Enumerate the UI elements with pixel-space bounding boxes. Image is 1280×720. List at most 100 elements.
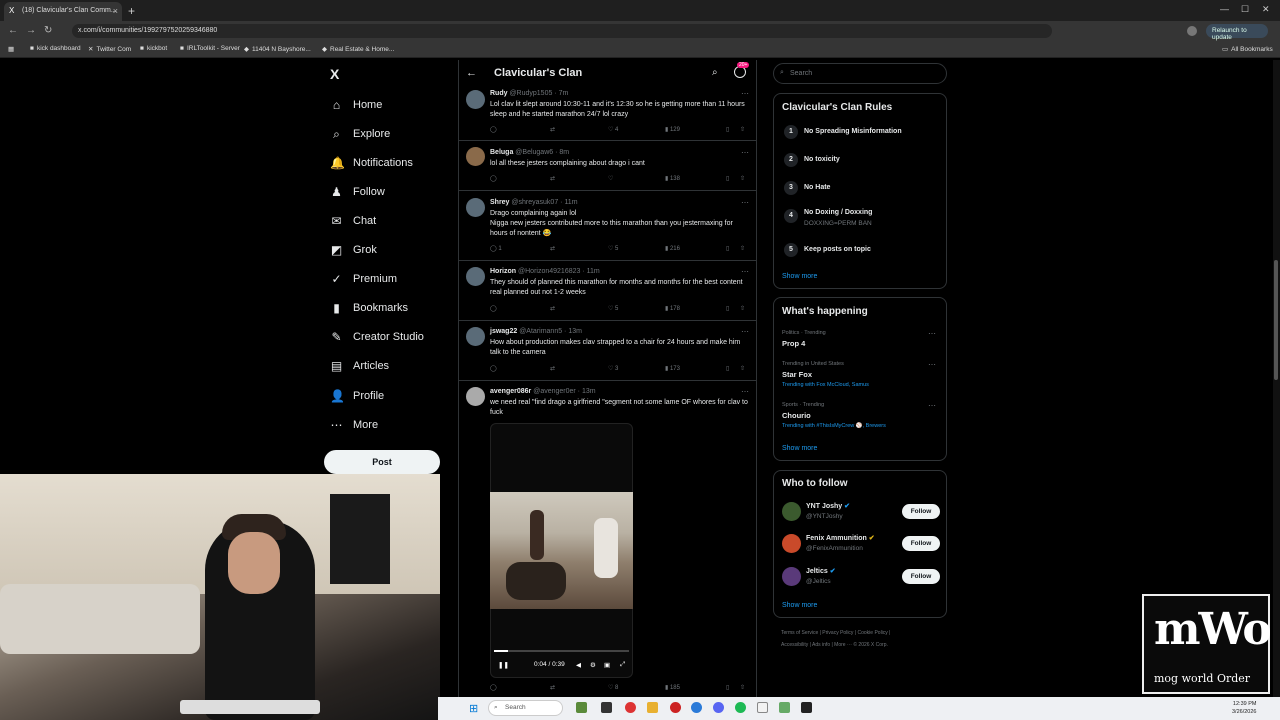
widgets-icon[interactable]	[576, 702, 587, 713]
follow-button[interactable]: Follow	[902, 504, 940, 519]
tweet[interactable]: Shrey @shreyasuk07 · 11m ⋯ Drago complai…	[458, 191, 757, 261]
views-icon[interactable]: ▮ 173	[665, 365, 680, 372]
reply-icon[interactable]: ◯	[490, 684, 497, 691]
happening-show-more[interactable]: Show more	[782, 445, 817, 452]
follow-show-more[interactable]: Show more	[782, 602, 817, 609]
more-options-icon[interactable]: ⋯	[741, 267, 749, 276]
relaunch-button[interactable]: Relaunch to update	[1206, 24, 1268, 41]
task-view-icon[interactable]	[601, 702, 612, 713]
bookmark-item[interactable]: ✕ Twitter Com	[88, 45, 131, 53]
bookmark-icon[interactable]: ▯	[726, 305, 729, 312]
app-icon[interactable]	[757, 702, 768, 713]
follow-name[interactable]: YNT Joshy ✔	[806, 502, 850, 510]
retweet-icon[interactable]: ⇄	[550, 126, 555, 133]
tweet-author[interactable]: Beluga @Belugaw6 · 8m	[490, 149, 569, 156]
tweet-author[interactable]: Rudy @Rudyp1505 · 7m	[490, 90, 568, 97]
app-icon[interactable]	[801, 702, 812, 713]
more-options-icon[interactable]: ⋯	[741, 387, 749, 396]
scrollbar[interactable]	[1273, 60, 1280, 700]
like-icon[interactable]: ♡	[608, 175, 613, 182]
maximize-icon[interactable]: ☐	[1241, 4, 1249, 15]
avatar[interactable]	[466, 198, 485, 217]
tweet-author[interactable]: Shrey @shreyasuk07 · 11m	[490, 199, 578, 206]
share-icon[interactable]: ⇧	[740, 365, 745, 372]
bookmark-icon[interactable]: ▯	[726, 175, 729, 182]
avatar[interactable]	[466, 90, 485, 109]
post-button[interactable]: Post	[324, 450, 440, 474]
settings-icon[interactable]: ⚙	[590, 661, 596, 669]
bookmark-icon[interactable]: ▯	[726, 365, 729, 372]
tweet[interactable]: Rudy @Rudyp1505 · 7m ⋯ Lol clav lit slep…	[458, 85, 757, 141]
footer-links[interactable]: Accessibility | Ads info | More ··· © 20…	[781, 642, 888, 648]
chrome-icon[interactable]	[625, 702, 636, 713]
volume-icon[interactable]: ◀	[576, 661, 581, 669]
more-options-icon[interactable]: ⋯	[741, 89, 749, 98]
forward-icon[interactable]: →	[26, 25, 36, 36]
tweet[interactable]: Horizon @Horizon49216823 · 11m ⋯ They sh…	[458, 261, 757, 321]
minimize-icon[interactable]: —	[1220, 4, 1229, 14]
avatar[interactable]	[466, 147, 485, 166]
views-icon[interactable]: ▮ 216	[665, 245, 680, 252]
more-options-icon[interactable]: ⋯	[741, 198, 749, 207]
windows-start-icon[interactable]: ⊞	[469, 702, 478, 715]
like-icon[interactable]: ♡ 5	[608, 305, 618, 312]
like-icon[interactable]: ♡ 3	[608, 365, 618, 372]
trend-name[interactable]: Prop 4	[782, 339, 805, 348]
taskbar-search[interactable]: ⌕ Search	[488, 700, 563, 716]
tweet-author[interactable]: Horizon @Horizon49216823 · 11m	[490, 268, 600, 275]
new-tab-icon[interactable]: +	[128, 4, 135, 18]
like-icon[interactable]: ♡ 4	[608, 126, 618, 133]
views-icon[interactable]: ▮ 129	[665, 126, 680, 133]
follow-name[interactable]: Jeltics ✔	[806, 567, 836, 575]
bookmark-item[interactable]: ■ kickbot	[140, 45, 167, 52]
more-options-icon[interactable]: ⋯	[741, 148, 749, 157]
close-tab-icon[interactable]: ×	[113, 6, 118, 16]
video-frame[interactable]	[490, 492, 633, 609]
reply-icon[interactable]: ◯ 1	[490, 245, 502, 252]
reply-icon[interactable]: ◯	[490, 175, 497, 182]
bookmark-icon[interactable]: ▯	[726, 126, 729, 133]
retweet-icon[interactable]: ⇄	[550, 175, 555, 182]
trend-more-icon[interactable]: ⋯	[928, 401, 936, 410]
search-input[interactable]: ⌕ Search	[773, 63, 947, 84]
trend-more-icon[interactable]: ⋯	[928, 329, 936, 338]
app-icon[interactable]	[779, 702, 790, 713]
reply-icon[interactable]: ◯	[490, 305, 497, 312]
share-icon[interactable]: ⇧	[740, 245, 745, 252]
retweet-icon[interactable]: ⇄	[550, 365, 555, 372]
trend-with[interactable]: Trending with Fox McCloud, Samus	[782, 382, 869, 388]
bookmark-item[interactable]: ■ IRLToolkit - Server	[180, 45, 240, 52]
views-icon[interactable]: ▮ 178	[665, 305, 680, 312]
avatar[interactable]	[466, 387, 485, 406]
share-icon[interactable]: ⇧	[740, 684, 745, 691]
tweet[interactable]: jswag22 @Atarimann5 · 13m ⋯ How about pr…	[458, 321, 757, 381]
bookmark-icon[interactable]: ▯	[726, 684, 729, 691]
share-icon[interactable]: ⇧	[740, 126, 745, 133]
fullscreen-icon[interactable]: ⤢	[620, 661, 625, 669]
trend-with[interactable]: Trending with #ThisIsMyCrew ⚾, Brewers	[782, 423, 886, 429]
more-options-icon[interactable]: ⋯	[741, 327, 749, 336]
retweet-icon[interactable]: ⇄	[550, 684, 555, 691]
like-icon[interactable]: ♡ 8	[608, 684, 618, 691]
bookmark-icon[interactable]: ▯	[726, 245, 729, 252]
tweet-author[interactable]: avenger086r @avenger0er · 13m	[490, 388, 596, 395]
back-icon[interactable]: ←	[8, 25, 18, 36]
share-icon[interactable]: ⇧	[740, 305, 745, 312]
trend-more-icon[interactable]: ⋯	[928, 360, 936, 369]
taskbar-clock[interactable]: 12:39 PM 3/26/2026	[1232, 700, 1256, 716]
file-explorer-icon[interactable]	[647, 702, 658, 713]
spotify-icon[interactable]	[735, 702, 746, 713]
follow-name[interactable]: Fenix Ammunition ✔	[806, 534, 875, 542]
share-icon[interactable]: ⇧	[740, 175, 745, 182]
tweet-author[interactable]: jswag22 @Atarimann5 · 13m	[490, 328, 582, 335]
video-progress-track[interactable]	[494, 650, 629, 652]
reply-icon[interactable]: ◯	[490, 365, 497, 372]
browser-tab[interactable]: X (18) Clavicular's Clan Comm... ×	[4, 2, 122, 21]
footer-links[interactable]: Terms of Service | Privacy Policy | Cook…	[781, 630, 890, 636]
search-icon[interactable]: ⌕	[712, 67, 718, 78]
bookmark-item[interactable]: ◆ Real Estate & Home...	[322, 45, 394, 53]
retweet-icon[interactable]: ⇄	[550, 305, 555, 312]
bookmark-item[interactable]: ■ kick dashboard	[30, 45, 81, 52]
avatar[interactable]	[782, 567, 801, 586]
avatar[interactable]	[782, 502, 801, 521]
